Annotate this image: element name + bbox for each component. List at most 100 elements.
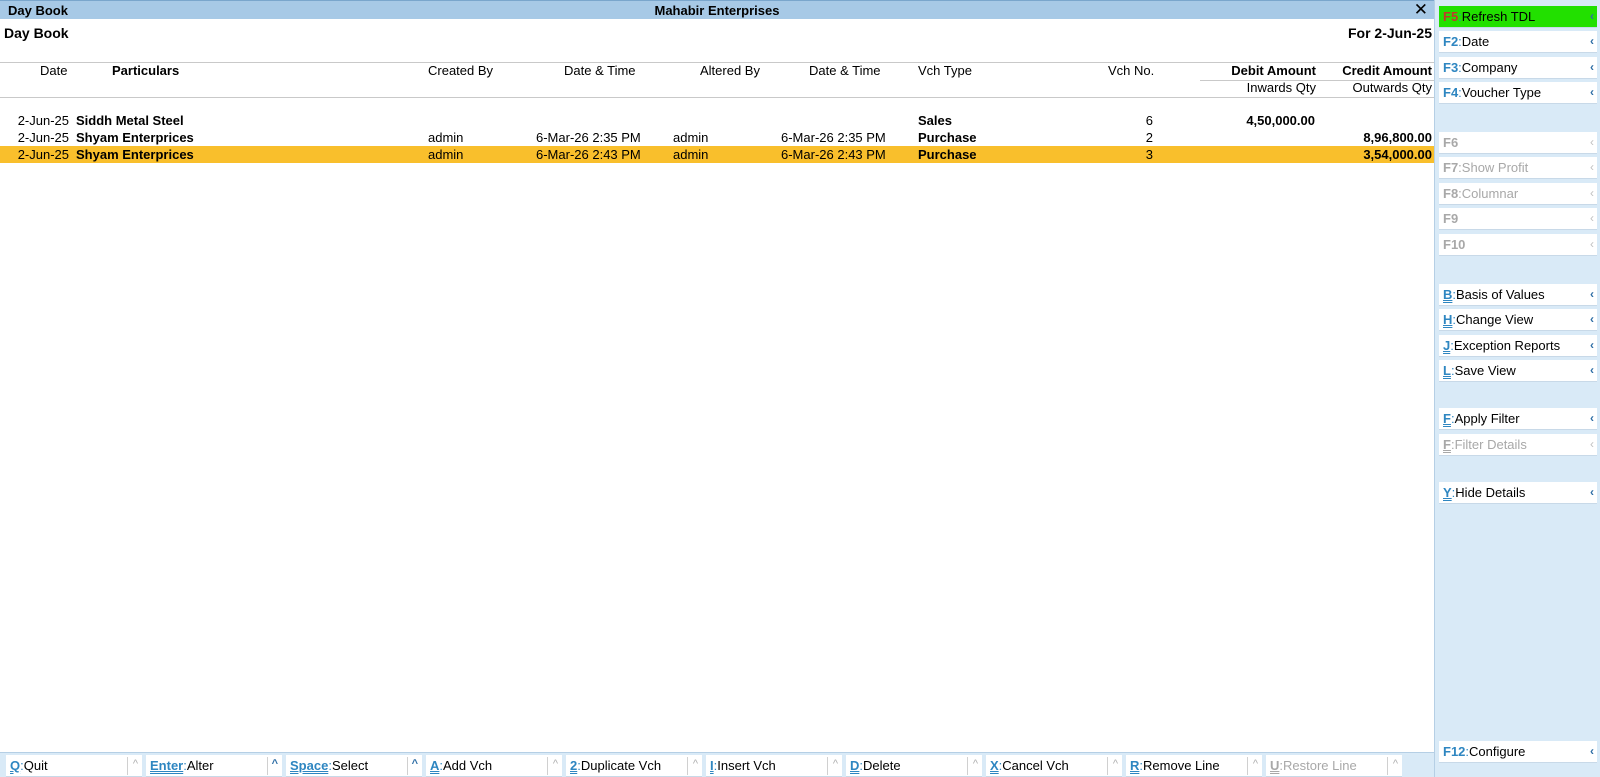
table-row[interactable]: 2-Jun-25 Siddh Metal Steel Sales 6 4,50,… [0, 112, 1434, 129]
sidebar-button-label: F5:Refresh TDL [1443, 9, 1535, 24]
sidebar-button-columnar[interactable]: F8:Columnar ‹ [1439, 183, 1597, 205]
divider [127, 757, 128, 775]
company-name: Mahabir Enterprises [654, 3, 780, 18]
col-altered-datetime: Date & Time [809, 63, 881, 78]
caret-up-icon: ^ [552, 758, 558, 770]
hotkey: F9 [1443, 211, 1459, 226]
col-credit: Credit Amount [1342, 63, 1432, 78]
bottom-button-cancel-vch[interactable]: X:Cancel Vch ^ [986, 755, 1122, 777]
hotkey: L [1443, 363, 1451, 378]
chevron-left-icon: ‹ [1590, 186, 1594, 200]
sidebar-button-configure[interactable]: F12:Configure ‹ [1439, 741, 1597, 763]
sidebar-button-date[interactable]: F2:Date ‹ [1439, 31, 1597, 53]
table-row-selected[interactable]: 2-Jun-25 Shyam Enterprices admin 6-Mar-2… [0, 146, 1434, 163]
bottom-button-add-vch[interactable]: A:Add Vch ^ [426, 755, 562, 777]
table-row[interactable]: 2-Jun-25 Shyam Enterprices admin 6-Mar-2… [0, 129, 1434, 146]
bottom-button-label: X:Cancel Vch [990, 758, 1069, 773]
hotkey: F3 [1443, 60, 1459, 75]
sidebar-button-show-profit[interactable]: F7:Show Profit ‹ [1439, 157, 1597, 179]
sidebar-button-basis-of-values[interactable]: B:Basis of Values ‹ [1439, 284, 1597, 306]
bottom-button-quit[interactable]: Q:Quit ^ [6, 755, 142, 777]
button-text: Columnar [1461, 186, 1519, 201]
button-text: Remove Line [1143, 758, 1220, 773]
button-text: Hide Details [1455, 485, 1526, 500]
bottom-button-restore-line[interactable]: U:Restore Line ^ [1266, 755, 1402, 777]
chevron-left-icon: ‹ [1590, 287, 1594, 301]
bottom-button-label: Space:Select [290, 758, 368, 773]
chevron-left-icon: ‹ [1590, 437, 1594, 451]
hotkey: F5 [1443, 9, 1459, 24]
hotkey: B [1443, 287, 1453, 302]
sidebar-button-label: F3:Company [1443, 60, 1517, 75]
close-icon[interactable]: ✕ [1414, 1, 1428, 19]
button-text: Change View [1456, 312, 1534, 327]
bottom-button-remove-line[interactable]: R:Remove Line ^ [1126, 755, 1262, 777]
title-bar: Day Book Mahabir Enterprises ✕ [0, 0, 1434, 19]
divider [1247, 757, 1248, 775]
hotkey: U [1270, 758, 1280, 773]
divider [967, 757, 968, 775]
button-text: Company [1461, 60, 1518, 75]
sidebar-button-f10[interactable]: F10 ‹ [1439, 234, 1597, 256]
sidebar-button-label: F12:Configure [1443, 744, 1525, 759]
voucher-list: 2-Jun-25 Siddh Metal Steel Sales 6 4,50,… [0, 112, 1434, 163]
hotkey: F [1443, 411, 1451, 426]
button-text: Duplicate Vch [580, 758, 662, 773]
sidebar-button-hide-details[interactable]: Y:Hide Details ‹ [1439, 482, 1597, 504]
sidebar-button-label: F9 [1443, 211, 1458, 226]
row-particulars: Shyam Enterprices [76, 147, 194, 162]
button-text: Voucher Type [1461, 85, 1542, 100]
button-text: Alter [186, 758, 214, 773]
sidebar-button-filter-details[interactable]: F:Filter Details ‹ [1439, 434, 1597, 456]
caret-up-icon: ^ [1252, 758, 1258, 770]
row-altered-by: admin [673, 147, 709, 162]
col-date: Date [40, 63, 68, 78]
button-text: Apply Filter [1454, 411, 1520, 426]
hotkey: A [430, 758, 440, 773]
hotkey: H [1443, 312, 1453, 327]
sidebar-button-exception-reports[interactable]: J:Exception Reports ‹ [1439, 335, 1597, 357]
sidebar-button-label: F:Filter Details [1443, 437, 1527, 452]
button-text: Date [1461, 34, 1490, 49]
sidebar-button-save-view[interactable]: L:Save View ‹ [1439, 360, 1597, 382]
chevron-left-icon: ‹ [1590, 744, 1594, 758]
row-credit: 8,96,800.00 [1363, 130, 1432, 145]
hotkey: Q [10, 758, 21, 773]
button-text: Add Vch [443, 758, 493, 773]
hotkey: F2 [1443, 34, 1459, 49]
row-date: 2-Jun-25 [17, 130, 69, 145]
sidebar-button-company[interactable]: F3:Company ‹ [1439, 57, 1597, 79]
hotkey: F [1443, 437, 1451, 452]
divider [407, 757, 408, 775]
hotkey: F6 [1443, 135, 1459, 150]
sidebar-button-f9[interactable]: F9 ‹ [1439, 208, 1597, 230]
bottom-button-alter[interactable]: Enter:Alter ^ [146, 755, 282, 777]
caret-up-icon: ^ [972, 758, 978, 770]
col-vch-type: Vch Type [918, 63, 972, 78]
sidebar-button-label: F10 [1443, 237, 1465, 252]
bottom-button-delete[interactable]: D:Delete ^ [846, 755, 982, 777]
row-created-by: admin [428, 130, 464, 145]
bottom-button-label: A:Add Vch [430, 758, 492, 773]
hotkey: D [850, 758, 860, 773]
sidebar-button-refresh-tdl[interactable]: F5:Refresh TDL ‹ [1439, 6, 1597, 28]
col-outwards-qty: Outwards Qty [1352, 80, 1432, 95]
bottom-button-duplicate-vch[interactable]: 2:Duplicate Vch ^ [566, 755, 702, 777]
chevron-left-icon: ‹ [1590, 160, 1594, 174]
button-bar-right: F5:Refresh TDL ‹ F2:Date ‹ F3:Company ‹ F4:Vou… [1434, 0, 1600, 777]
bottom-button-select[interactable]: Space:Select ^ [286, 755, 422, 777]
report-title: Day Book [4, 25, 69, 41]
hotkey: Y [1443, 485, 1452, 500]
chevron-left-icon: ‹ [1590, 60, 1594, 74]
sidebar-button-label: F2:Date [1443, 34, 1489, 49]
bottom-button-insert-vch[interactable]: I:Insert Vch ^ [706, 755, 842, 777]
sidebar-button-change-view[interactable]: H:Change View ‹ [1439, 309, 1597, 331]
sidebar-button-apply-filter[interactable]: F:Apply Filter ‹ [1439, 408, 1597, 430]
sidebar-button-voucher-type[interactable]: F4:Voucher Type ‹ [1439, 82, 1597, 104]
bottom-button-label: Enter:Alter [150, 758, 214, 773]
row-vch-no: 2 [1145, 130, 1153, 145]
button-text: Insert Vch [717, 758, 776, 773]
caret-up-icon: ^ [132, 758, 138, 770]
row-particulars: Shyam Enterprices [76, 130, 194, 145]
sidebar-button-f6[interactable]: F6 ‹ [1439, 132, 1597, 154]
